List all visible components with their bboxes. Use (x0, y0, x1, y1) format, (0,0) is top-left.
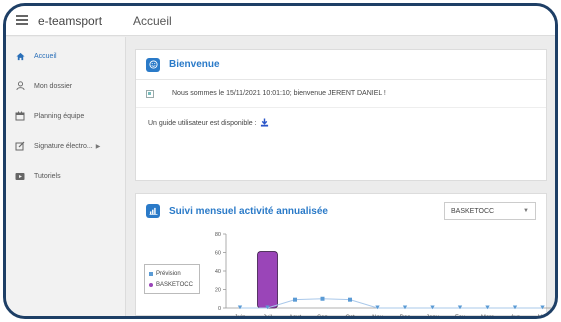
line-prevision (240, 298, 543, 309)
top-bar: e-teamsport Accueil (6, 6, 555, 36)
sidebar-item-tutoriels[interactable]: Tutoriels (6, 161, 125, 191)
sidebar: Accueil Mon dossier Planning équipe Sign… (6, 37, 126, 316)
broken-image-icon (146, 89, 154, 98)
brand-name: e-teamsport (38, 14, 103, 28)
activity-card: Suivi mensuel activité annualisée BASKET… (135, 193, 553, 316)
sidebar-item-planning-equipe[interactable]: Planning équipe (6, 101, 125, 131)
welcome-card: Bienvenue Nous sommes le 15/11/2021 10:0… (135, 49, 547, 181)
legend-label: BASKETOCC (156, 281, 193, 288)
legend-label: Prévision (156, 270, 181, 277)
x-tick-label: Fev (455, 315, 465, 319)
point-prevision (457, 305, 463, 310)
x-tick-label: Dec (400, 315, 411, 319)
point-prevision (320, 296, 325, 301)
x-tick-label: Janv (426, 315, 439, 319)
point-prevision (293, 297, 297, 302)
welcome-card-header: Bienvenue (136, 50, 546, 80)
legend-swatch-basketocc (149, 282, 153, 287)
user-icon (14, 80, 26, 92)
download-icon[interactable] (260, 118, 269, 129)
point-prevision (540, 305, 545, 310)
welcome-message: Nous sommes le 15/11/2021 10:01:10; bien… (172, 90, 386, 97)
x-tick-label: Juil (263, 315, 272, 319)
app-window: e-teamsport Accueil Accueil Mon dossier … (3, 3, 558, 319)
smile-icon (146, 57, 160, 72)
page-title: Accueil (133, 14, 172, 28)
bar-basketocc (257, 251, 278, 309)
point-prevision (485, 305, 490, 310)
y-tick-label: 40 (215, 269, 221, 275)
guide-row: Un guide utilisateur est disponible : (136, 108, 546, 129)
sidebar-item-label: Tutoriels (34, 172, 61, 180)
x-tick-label: Sep (317, 315, 328, 319)
x-tick-label: Juin (234, 315, 245, 319)
point-prevision (348, 297, 352, 302)
home-icon (14, 50, 26, 62)
chevron-right-icon: ▶ (95, 143, 101, 150)
x-tick-label: Avr (511, 315, 520, 319)
x-tick-label: Nov (372, 315, 383, 319)
chart-legend: Prévision BASKETOCC (144, 264, 200, 294)
sidebar-item-label: Accueil (34, 52, 57, 60)
x-tick-label: Oct (345, 315, 355, 319)
y-tick-label: 20 (215, 288, 221, 294)
menu-toggle-icon[interactable] (16, 15, 28, 25)
sidebar-item-accueil[interactable]: Accueil (6, 41, 125, 71)
edit-icon (14, 140, 26, 152)
sidebar-item-label: Mon dossier (34, 82, 73, 90)
main-content: Bienvenue Nous sommes le 15/11/2021 10:0… (127, 37, 555, 316)
activity-chart: 0 20 40 60 80 Juin Juil Aout Sep Oct Nov Dec Janv Fev… (215, 232, 553, 319)
sidebar-item-signature[interactable]: Signature électro... ▶ (6, 131, 125, 161)
guide-text: Un guide utilisateur est disponible : (148, 120, 257, 127)
sidebar-item-mon-dossier[interactable]: Mon dossier (6, 71, 125, 101)
legend-swatch-prevision (149, 271, 153, 276)
welcome-title: Bienvenue (169, 59, 220, 70)
welcome-message-row: Nous sommes le 15/11/2021 10:01:10; bien… (136, 80, 546, 108)
legend-item-prevision: Prévision (149, 268, 195, 279)
sidebar-item-label: Signature électro... (34, 142, 93, 150)
sidebar-item-label: Planning équipe (34, 112, 85, 120)
x-tick-label: Mai (538, 315, 548, 319)
y-tick-label: 80 (215, 232, 221, 238)
x-tick-label: Aout (289, 315, 302, 319)
y-tick-label: 0 (218, 306, 221, 312)
point-prevision (237, 305, 243, 310)
point-prevision (430, 305, 435, 310)
legend-item-basketocc: BASKETOCC (149, 279, 195, 290)
calendar-icon (14, 110, 26, 122)
point-prevision (512, 305, 518, 310)
video-icon (14, 170, 26, 182)
point-prevision (402, 305, 408, 310)
x-tick-label: Mars (481, 315, 494, 319)
y-tick-label: 60 (215, 251, 221, 257)
